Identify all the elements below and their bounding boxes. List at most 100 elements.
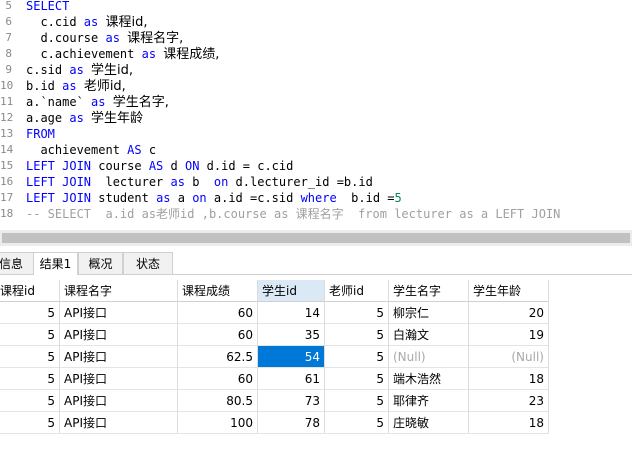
grid-cell[interactable]: API接口 <box>60 302 178 324</box>
col-header-teacher-id[interactable]: 老师id <box>325 280 389 302</box>
grid-cell[interactable]: 18 <box>469 368 549 390</box>
code-token: -- SELECT a.id as老师id ,b.course as 课程名字 … <box>26 207 561 221</box>
code-token: d <box>163 159 185 173</box>
col-header-course-id[interactable]: 课程id <box>0 280 60 302</box>
code-token: as <box>69 63 84 77</box>
grid-cell[interactable]: 61 <box>258 368 325 390</box>
line-number: 15 <box>0 159 14 172</box>
col-header-course-name[interactable]: 课程名字 <box>60 280 178 302</box>
code-token: on <box>192 191 207 205</box>
grid-cell[interactable]: 23 <box>469 390 549 412</box>
grid-cell[interactable]: API接口 <box>60 390 178 412</box>
code-token: 课程名字, <box>127 31 184 46</box>
grid-cell[interactable]: 耶律齐 <box>389 390 469 412</box>
code-token: 学生id, <box>91 63 134 78</box>
code-token: achievement <box>26 143 128 157</box>
tab-profile[interactable]: 概况 <box>78 252 123 274</box>
code-token: lecturer <box>91 175 171 189</box>
grid-cell[interactable]: 35 <box>258 324 325 346</box>
code-token: 老师id, <box>83 79 126 94</box>
grid-cell[interactable]: API接口 <box>60 324 178 346</box>
scrollbar-thumb[interactable] <box>2 233 630 243</box>
line-number: 7 <box>5 31 12 44</box>
grid-cell[interactable]: (Null) <box>469 346 549 368</box>
grid-cell[interactable]: 80.5 <box>178 390 258 412</box>
grid-cell[interactable]: API接口 <box>60 368 178 390</box>
col-header-student-id[interactable]: 学生id <box>258 280 325 302</box>
grid-cell[interactable]: 5 <box>0 412 60 434</box>
code-line[interactable]: 8 c.achievement as 课程成绩, <box>0 46 632 62</box>
grid-cell[interactable]: 19 <box>469 324 549 346</box>
code-line[interactable]: 5 SELECT <box>0 0 632 14</box>
line-number: 18 <box>0 207 14 220</box>
code-token: FROM <box>26 127 55 141</box>
code-token: c.cid <box>26 15 84 29</box>
code-line[interactable]: 15 LEFT JOIN course AS d ON d.id = c.cid <box>0 158 632 174</box>
line-number: 6 <box>5 15 12 28</box>
col-header-student-age[interactable]: 学生年龄 <box>469 280 549 302</box>
code-line[interactable]: 17 LEFT JOIN student as a on a.id =c.sid … <box>0 190 632 206</box>
code-line[interactable]: 7 d.course as 课程名字, <box>0 30 632 46</box>
grid-cell[interactable]: API接口 <box>60 346 178 368</box>
code-line[interactable]: 10 b.id as 老师id, <box>0 78 632 94</box>
grid-cell[interactable]: 端木浩然 <box>389 368 469 390</box>
grid-cell[interactable]: 5 <box>0 324 60 346</box>
grid-cell[interactable]: 庄晓敏 <box>389 412 469 434</box>
sql-editor[interactable]: 5 SELECT 6 c.cid as 课程id, 7 d.course as 课程名… <box>0 0 632 230</box>
grid-cell[interactable]: 5 <box>0 390 60 412</box>
tab-status[interactable]: 状态 <box>123 252 173 274</box>
code-token: a.`name` <box>26 95 92 109</box>
grid-cell[interactable]: (Null) <box>389 346 469 368</box>
grid-cell[interactable]: 14 <box>258 302 325 324</box>
grid-cell[interactable]: 54 <box>258 346 325 368</box>
grid-cell[interactable]: 5 <box>325 412 389 434</box>
grid-cell[interactable]: 白瀚文 <box>389 324 469 346</box>
grid-cell[interactable]: 5 <box>325 302 389 324</box>
grid-cell[interactable]: 5 <box>0 302 60 324</box>
line-number: 12 <box>0 111 14 124</box>
grid-cell[interactable]: 5 <box>0 368 60 390</box>
code-line[interactable]: 11 a.`name` as 学生名字, <box>0 94 632 110</box>
code-token: as <box>170 175 185 189</box>
code-line[interactable]: 6 c.cid as 课程id, <box>0 14 632 30</box>
code-line[interactable]: 12 a.age as 学生年龄 <box>0 110 632 126</box>
code-token: on <box>213 175 229 189</box>
code-line[interactable]: 13 FROM <box>0 126 632 142</box>
code-text: achievement AS c <box>26 142 156 158</box>
code-token: 学生名字, <box>112 95 169 110</box>
grid-cell[interactable]: API接口 <box>60 412 178 434</box>
code-line[interactable]: 14 achievement AS c <box>0 142 632 158</box>
col-header-student-name[interactable]: 学生名字 <box>389 280 469 302</box>
editor-horizontal-scrollbar[interactable] <box>0 230 632 246</box>
tab-info[interactable]: 信息 <box>0 252 34 274</box>
code-line[interactable]: 18 -- SELECT a.id as老师id ,b.course as 课程名… <box>0 206 632 222</box>
grid-cell[interactable]: 18 <box>469 412 549 434</box>
code-text: a.age as 学生年龄 <box>26 110 143 127</box>
grid-cell[interactable]: 5 <box>325 346 389 368</box>
grid-cell[interactable]: 20 <box>469 302 549 324</box>
grid-cell[interactable]: 60 <box>178 324 258 346</box>
col-header-course-score[interactable]: 课程成绩 <box>178 280 258 302</box>
code-line[interactable]: 9 c.sid as 学生id, <box>0 62 632 78</box>
grid-cell[interactable]: 78 <box>258 412 325 434</box>
grid-cell[interactable]: 柳宗仁 <box>389 302 469 324</box>
tab-result1[interactable]: 结果1 <box>33 252 78 275</box>
grid-cell[interactable]: 100 <box>178 412 258 434</box>
code-token: where <box>300 191 337 205</box>
code-token: b.id = <box>336 191 395 205</box>
code-token: c.achievement <box>26 47 142 61</box>
code-token: student <box>91 191 157 205</box>
grid-cell[interactable]: 60 <box>178 368 258 390</box>
code-token: c.sid <box>26 63 70 77</box>
grid-cell[interactable]: 5 <box>325 324 389 346</box>
grid-cell[interactable]: 5 <box>325 390 389 412</box>
code-line[interactable]: 16 LEFT JOIN lecturer as b on d.lecturer_… <box>0 174 632 190</box>
grid-cell[interactable]: 5 <box>325 368 389 390</box>
grid-cell[interactable]: 5 <box>0 346 60 368</box>
code-token: as <box>62 79 77 93</box>
code-token: b.id <box>26 79 63 93</box>
grid-cell[interactable]: 60 <box>178 302 258 324</box>
grid-cell[interactable]: 62.5 <box>178 346 258 368</box>
grid-cell[interactable]: 73 <box>258 390 325 412</box>
